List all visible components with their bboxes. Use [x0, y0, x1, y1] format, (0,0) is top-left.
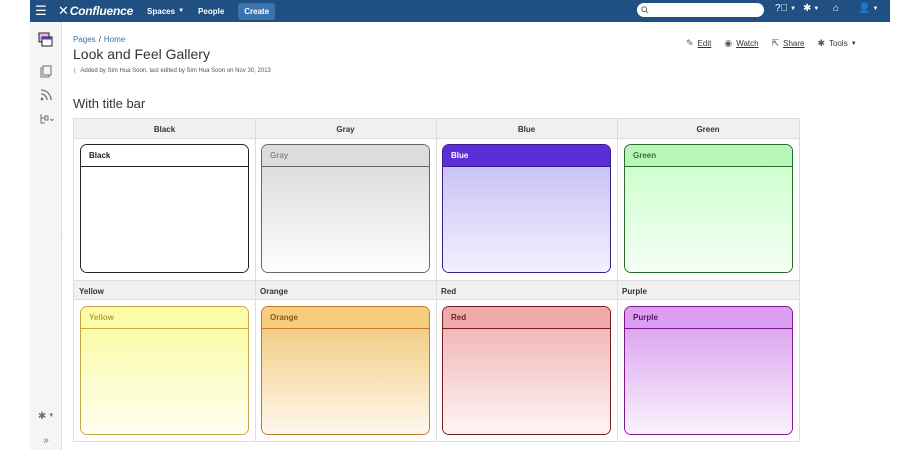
table-header-cell: Yellow: [79, 286, 104, 296]
table-header-cell: Gray: [336, 124, 355, 134]
search-input[interactable]: [637, 3, 764, 17]
edit-button[interactable]: ✎ Edit: [686, 38, 711, 49]
panel-yellow: Yellow: [80, 306, 249, 435]
column-divider: [255, 119, 256, 441]
panel-gray: Gray: [261, 144, 430, 273]
gallery-table: Black Gray Blue Green Yellow Orange Red …: [73, 118, 800, 442]
panel-title: Blue: [443, 145, 610, 167]
breadcrumb: Pages / Home: [73, 35, 125, 44]
panel-body: [443, 167, 610, 272]
breadcrumb-pages[interactable]: Pages: [73, 35, 96, 44]
panel-title: Gray: [262, 145, 429, 167]
chevron-down-icon: ▼: [872, 5, 879, 12]
space-tools-gear-icon[interactable]: ✱ ▼: [38, 408, 54, 424]
settings-menu[interactable]: ✱ ▼: [803, 3, 819, 14]
help-icon: ?⃝: [775, 3, 789, 14]
panel-orange: Orange: [261, 306, 430, 435]
table-header-cell: Red: [441, 286, 457, 296]
expand-sidebar-icon[interactable]: »: [38, 432, 54, 448]
panel-title: Orange: [262, 307, 429, 329]
share-label: Share: [783, 39, 805, 48]
user-menu[interactable]: 👤 ▼: [858, 3, 878, 14]
table-header-cell: Purple: [622, 286, 647, 296]
watch-label: Watch: [736, 39, 759, 48]
user-avatar-icon: 👤: [858, 3, 871, 14]
table-header-cell: Orange: [260, 286, 289, 296]
chevron-down-icon: ▼: [178, 8, 185, 14]
panel-title: Yellow: [81, 307, 248, 329]
sidebar-resize-handle[interactable]: · · ·: [61, 230, 63, 242]
panel-body: [443, 329, 610, 434]
panel-black: Black: [80, 144, 249, 273]
page-byline: ⌇ Added by Sim Hua Soon, last edited by …: [73, 67, 271, 75]
blog-feed-icon[interactable]: [38, 87, 54, 103]
column-divider: [617, 119, 618, 441]
watch-button[interactable]: ◉ Watch: [724, 38, 758, 49]
edit-label: Edit: [697, 39, 712, 48]
panel-title: Green: [625, 145, 792, 167]
table-header-cell: Green: [696, 124, 720, 134]
tools-label: Tools: [829, 39, 848, 48]
panel-body: [262, 329, 429, 434]
gear-icon: ✱: [803, 3, 812, 14]
page-title: Look and Feel Gallery: [73, 46, 210, 62]
people-label: People: [198, 6, 225, 16]
eye-icon: ◉: [724, 38, 733, 48]
confluence-logo[interactable]: ✕ Confluence: [58, 3, 133, 19]
notifications-icon: ⌂: [833, 3, 840, 14]
create-button[interactable]: Create: [238, 2, 276, 20]
logo-text: Confluence: [69, 4, 134, 18]
byline-text: Added by Sim Hua Soon, last edited by Si…: [80, 68, 271, 74]
left-sidebar: ✱ ▼ » · · ·: [30, 22, 63, 450]
confluence-logo-icon: ✕: [58, 3, 69, 18]
panel-body: [625, 329, 792, 434]
panel-body: [262, 167, 429, 272]
spaces-label: Spaces: [147, 6, 176, 16]
panel-title: Red: [443, 307, 610, 329]
panel-title: Purple: [625, 307, 792, 329]
share-icon: ⇱: [771, 38, 780, 48]
space-logo-icon[interactable]: [38, 32, 54, 48]
page-actions: ✎ Edit ◉ Watch ⇱ Share ✱ Tools ▼: [686, 38, 870, 49]
pages-icon[interactable]: [38, 63, 54, 79]
help-menu[interactable]: ?⃝ ▼: [775, 3, 796, 14]
tools-menu[interactable]: ✱ Tools ▼: [817, 38, 856, 49]
section-heading: With title bar: [73, 96, 146, 111]
table-header-cell: Blue: [517, 124, 536, 134]
gear-icon: ✱: [817, 38, 826, 48]
search-icon: [641, 6, 649, 14]
panel-purple: Purple: [624, 306, 793, 435]
people-link[interactable]: People: [198, 7, 224, 16]
column-divider: [436, 119, 437, 441]
panel-red: Red: [442, 306, 611, 435]
top-navigation-bar: ☰ ✕ Confluence Spaces ▼ People Create ?⃝…: [30, 0, 890, 22]
page-tree-icon[interactable]: [38, 111, 54, 127]
breadcrumb-home[interactable]: Home: [104, 35, 125, 44]
chevron-down-icon: ▼: [813, 5, 820, 12]
panel-body: [81, 167, 248, 272]
panel-body: [625, 167, 792, 272]
spaces-menu[interactable]: Spaces ▼: [147, 7, 184, 16]
hamburger-menu-icon[interactable]: ☰: [30, 3, 52, 19]
chevron-down-icon: ▼: [850, 40, 857, 47]
pencil-icon: ✎: [686, 38, 694, 48]
table-header-cell: Black: [153, 124, 176, 134]
panel-green: Green: [624, 144, 793, 273]
panel-blue: Blue: [442, 144, 611, 273]
breadcrumb-separator: /: [98, 35, 101, 44]
attachment-icon: ⌇: [73, 68, 77, 75]
panel-title: Black: [81, 145, 248, 167]
panel-body: [81, 329, 248, 434]
share-button[interactable]: ⇱ Share: [772, 38, 805, 49]
chevron-down-icon: ▼: [790, 5, 797, 12]
notifications-button[interactable]: ⌂: [833, 3, 839, 14]
